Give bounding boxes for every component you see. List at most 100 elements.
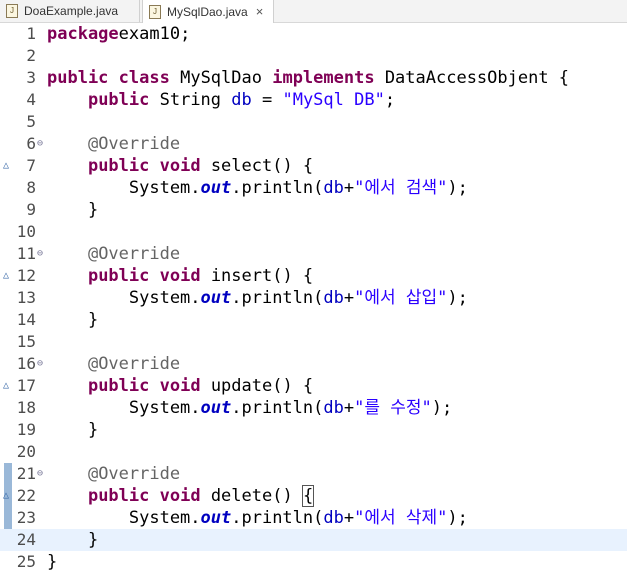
fold-toggle-icon[interactable]: ⊖ <box>37 133 43 155</box>
code-line[interactable]: 2 <box>0 45 627 67</box>
code-line[interactable]: 14 } <box>0 309 627 331</box>
token: } <box>47 310 99 330</box>
fold-toggle-icon[interactable]: ⊖ <box>37 463 43 485</box>
line-number: 16 <box>16 354 36 373</box>
line-number: 6 <box>26 134 36 153</box>
code-line[interactable]: 24 } <box>0 529 627 551</box>
code-text: packageexam10; <box>47 23 190 45</box>
token: ); <box>447 508 468 528</box>
fold-toggle-icon[interactable]: ⊖ <box>37 353 43 375</box>
line-number: 22 <box>16 486 36 505</box>
close-icon[interactable]: × <box>256 4 264 19</box>
line-number: 10 <box>16 222 36 241</box>
code-text: System.out.println(db+"에서 삽입"); <box>47 287 468 309</box>
token-ann: @Override <box>87 244 181 264</box>
token-sfield: out <box>200 178 232 198</box>
override-marker-icon[interactable]: △ <box>3 265 9 287</box>
line-number: 23 <box>16 508 36 527</box>
override-marker-icon[interactable]: △ <box>3 375 9 397</box>
code-line[interactable]: 25} <box>0 551 627 573</box>
token-kw: public <box>87 376 150 396</box>
line-number: 15 <box>16 332 36 351</box>
token: System. <box>47 288 201 308</box>
token-str: "에서 삽입" <box>354 288 448 308</box>
token: update() { <box>200 376 314 396</box>
tab-label: MySqlDao.java <box>167 4 248 19</box>
code-line[interactable]: △ 22 public void delete() { <box>0 485 627 507</box>
token-field: db <box>323 288 344 308</box>
code-line[interactable]: 23 System.out.println(db+"에서 삭제"); <box>0 507 627 529</box>
token-kw: public <box>87 266 150 286</box>
token: + <box>343 178 355 198</box>
token-sfield: out <box>200 398 232 418</box>
code-line[interactable]: 10 <box>0 221 627 243</box>
line-number: 8 <box>26 178 36 197</box>
code-text: @Override <box>47 353 180 375</box>
token-kw: public <box>87 90 150 110</box>
token-str: "를 수정" <box>354 398 432 418</box>
code-line[interactable]: 4 public String db = "MySql DB"; <box>0 89 627 111</box>
tab-doaexample[interactable]: J DoaExample.java <box>0 0 140 22</box>
code-line[interactable]: 20 <box>0 441 627 463</box>
token-sfield: out <box>200 288 232 308</box>
token-field: db <box>323 508 344 528</box>
token: DataAccessObjent { <box>374 68 570 88</box>
token: select() { <box>200 156 314 176</box>
line-number: 2 <box>26 46 36 65</box>
token: .println( <box>231 398 324 418</box>
token-kw: void <box>159 486 201 506</box>
line-number: 17 <box>16 376 36 395</box>
editor-tab-bar: J DoaExample.java J MySqlDao.java × <box>0 0 627 23</box>
line-number: 4 <box>26 90 36 109</box>
code-line[interactable]: 6 ⊖ @Override <box>0 133 627 155</box>
code-line[interactable]: 11 ⊖ @Override <box>0 243 627 265</box>
line-number: 18 <box>16 398 36 417</box>
fold-toggle-icon[interactable]: ⊖ <box>37 243 43 265</box>
token: ; <box>384 90 396 110</box>
line-number: 20 <box>16 442 36 461</box>
code-line[interactable]: △ 17 public void update() { <box>0 375 627 397</box>
code-line[interactable]: 8 System.out.println(db+"에서 검색"); <box>0 177 627 199</box>
code-text: public String db = "MySql DB"; <box>47 89 395 111</box>
token: = <box>251 90 283 110</box>
override-marker-icon[interactable]: △ <box>3 155 9 177</box>
token: ); <box>431 398 453 418</box>
code-line[interactable]: △ 7 public void select() { <box>0 155 627 177</box>
code-text: } <box>47 529 98 551</box>
token: } <box>47 552 58 572</box>
code-line[interactable]: 9 } <box>0 199 627 221</box>
code-line[interactable]: 16 ⊖ @Override <box>0 353 627 375</box>
token-str: "에서 검색" <box>354 178 448 198</box>
code-line[interactable]: 19 } <box>0 419 627 441</box>
override-marker-icon[interactable]: △ <box>3 485 9 507</box>
code-line[interactable]: 1 packageexam10; <box>0 23 627 45</box>
code-text: } <box>47 419 98 441</box>
java-file-icon: J <box>149 4 161 19</box>
code-text: public void delete() { <box>47 485 315 507</box>
tab-mysqldao[interactable]: J MySqlDao.java × <box>142 0 274 23</box>
code-editor[interactable]: 1 packageexam10; 2 3 public class MySqlDao i… <box>0 23 627 576</box>
token-kw: public <box>47 68 109 88</box>
token: ); <box>447 178 468 198</box>
code-line[interactable]: 5 <box>0 111 627 133</box>
token-ann: @Override <box>87 354 181 374</box>
line-number: 13 <box>16 288 36 307</box>
code-line[interactable]: 15 <box>0 331 627 353</box>
code-line[interactable]: 18 System.out.println(db+"를 수정"); <box>0 397 627 419</box>
code-line[interactable]: △ 12 public void insert() { <box>0 265 627 287</box>
token: + <box>343 508 355 528</box>
token: insert() { <box>200 266 314 286</box>
line-number: 9 <box>26 200 36 219</box>
code-text: @Override <box>47 463 180 485</box>
code-text: @Override <box>47 133 180 155</box>
token-kw: public <box>87 156 150 176</box>
code-line[interactable]: 3 public class MySqlDao implements DataAc… <box>0 67 627 89</box>
code-line[interactable]: 13 System.out.println(db+"에서 삽입"); <box>0 287 627 309</box>
code-line[interactable]: 21 ⊖ @Override <box>0 463 627 485</box>
token: .println( <box>231 508 324 528</box>
token-kw: public <box>87 486 150 506</box>
